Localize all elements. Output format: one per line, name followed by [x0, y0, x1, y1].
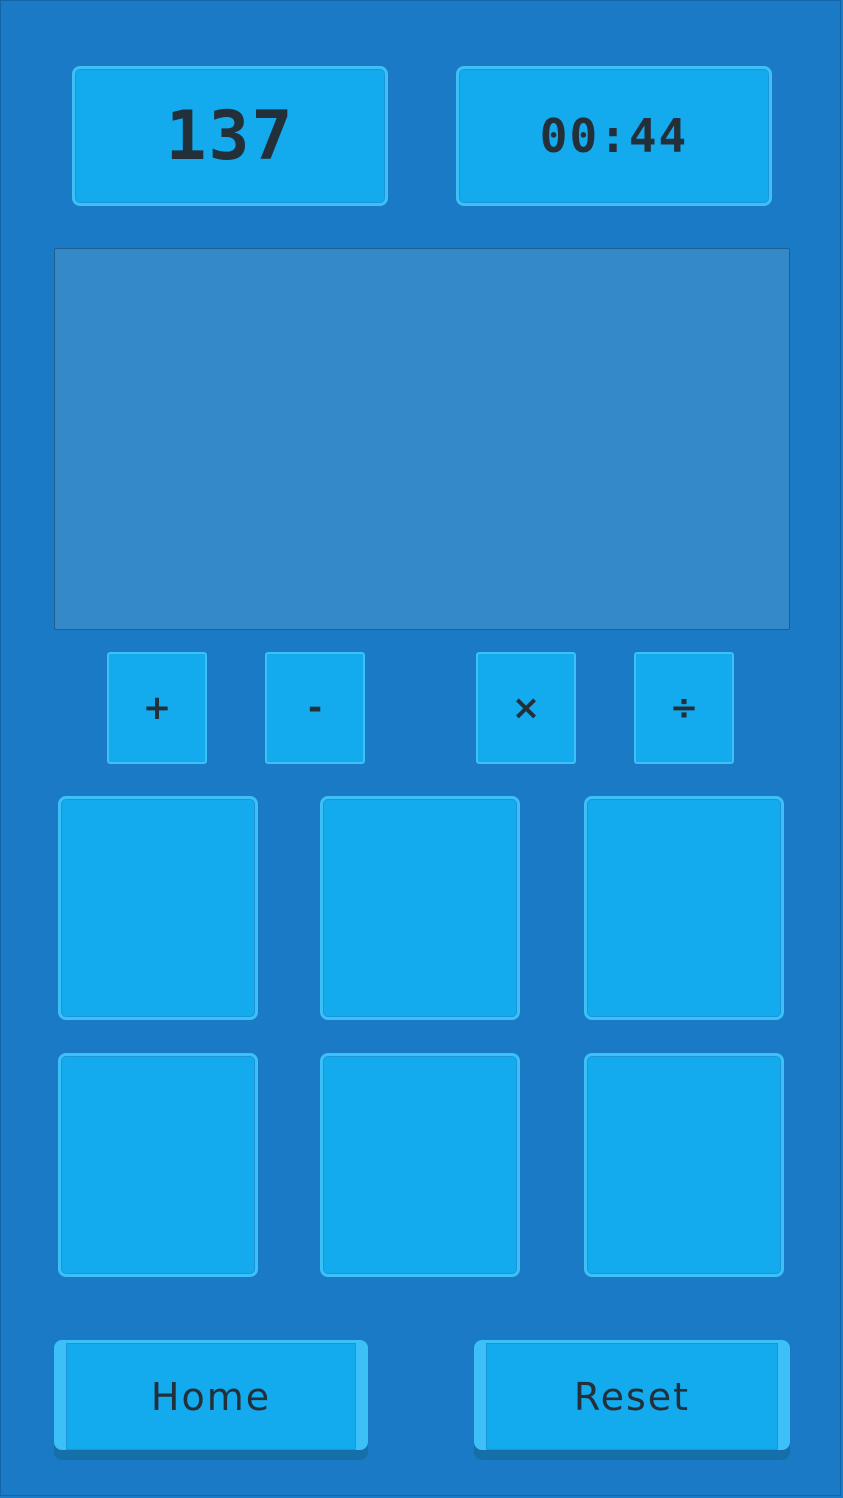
minus-button[interactable]: - [265, 652, 365, 764]
number-tile-3[interactable] [584, 796, 784, 1020]
number-tile-4[interactable] [58, 1053, 258, 1277]
plus-button[interactable]: + [107, 652, 207, 764]
number-tile-6[interactable] [584, 1053, 784, 1277]
divide-button[interactable]: ÷ [634, 652, 734, 764]
number-tile-2[interactable] [320, 796, 520, 1020]
number-tile-1[interactable] [58, 796, 258, 1020]
number-tile-5[interactable] [320, 1053, 520, 1277]
timer-display: 00:44 [456, 66, 772, 206]
equation-work-area[interactable] [54, 248, 790, 630]
target-number-display: 137 [72, 66, 388, 206]
home-button[interactable]: Home [54, 1340, 368, 1450]
reset-button[interactable]: Reset [474, 1340, 790, 1450]
multiply-button[interactable]: × [476, 652, 576, 764]
